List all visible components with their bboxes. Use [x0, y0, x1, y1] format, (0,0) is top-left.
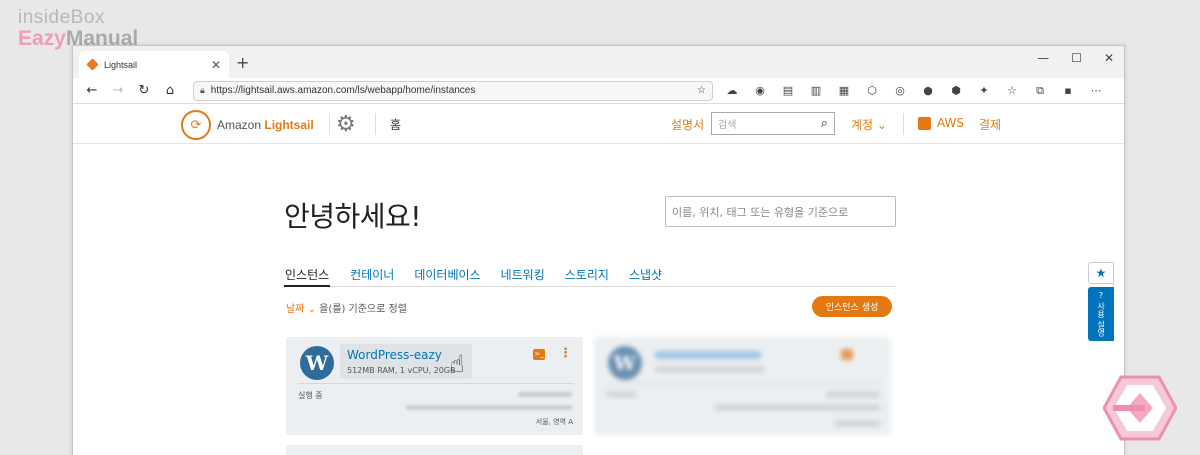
- extension-icon[interactable]: ●: [921, 84, 935, 97]
- aws-link[interactable]: AWS: [918, 116, 964, 130]
- page-title: 안녕하세요!: [284, 200, 422, 233]
- forward-button[interactable]: →: [105, 83, 131, 98]
- more-menu-icon[interactable]: ⋯: [1089, 84, 1103, 97]
- blurred-text: [655, 367, 765, 372]
- instance-card-blurred[interactable]: W: [594, 337, 891, 435]
- create-instance-button[interactable]: 인스턴스 생성: [812, 296, 892, 317]
- divider: [298, 383, 574, 384]
- minimize-button[interactable]: —: [1037, 51, 1049, 65]
- logo-text: Amazon Lightsail: [217, 118, 314, 132]
- instance-region: 서울, 영역 A: [535, 418, 573, 426]
- gear-icon[interactable]: ⚙: [336, 112, 356, 137]
- wordpress-icon: W: [608, 346, 642, 380]
- blurred-text: [714, 405, 880, 410]
- search-placeholder: 검색: [718, 120, 737, 131]
- main-content: 안녕하세요! 이름, 위치, 태그 또는 유형을 기준으로 인스턴스 컨테이너 …: [73, 145, 1124, 455]
- star-icon[interactable]: ★: [1088, 262, 1114, 284]
- watermark-top: insideBox: [18, 7, 105, 28]
- tab-instances[interactable]: 인스턴스: [284, 266, 331, 287]
- extension-icon[interactable]: ◉: [753, 84, 767, 97]
- docs-link[interactable]: 설명서: [671, 116, 704, 133]
- extension-icon[interactable]: ☁: [725, 84, 739, 97]
- tab-containers[interactable]: 컨테이너: [340, 266, 404, 287]
- instance-card-partial[interactable]: [286, 445, 583, 455]
- home-button[interactable]: ⌂: [157, 83, 183, 98]
- extension-icon[interactable]: ▤: [781, 84, 795, 97]
- account-menu[interactable]: 계정 ⌄: [851, 116, 887, 133]
- browser-toolbar: ← → ↻ ⌂ 🔒︎ https://lightsail.aws.amazon.…: [73, 78, 1124, 104]
- blurred-text: [406, 405, 572, 410]
- tab-databases[interactable]: 데이터베이스: [404, 266, 490, 287]
- extension-icon[interactable]: ⬡: [865, 84, 879, 97]
- lightsail-header: ⟳ Amazon Lightsail ⚙ 홈 설명서 검색 ⌕ 계정 ⌄ AWS…: [73, 104, 1124, 144]
- search-icon[interactable]: ⌕: [821, 116, 828, 131]
- new-tab-button[interactable]: +: [236, 53, 249, 72]
- lock-icon: 🔒︎: [200, 85, 205, 95]
- reload-button[interactable]: ↻: [131, 83, 157, 98]
- divider: [375, 113, 376, 135]
- extension-icon[interactable]: ▦: [837, 84, 851, 97]
- pointer-cursor-icon: ☝: [450, 350, 465, 378]
- tab-storage[interactable]: 스토리지: [555, 266, 619, 287]
- filter-input[interactable]: 이름, 위치, 태그 또는 유형을 기준으로: [665, 196, 896, 227]
- extension-icon[interactable]: ⬢: [949, 84, 963, 97]
- aws-cube-icon: [918, 116, 931, 130]
- watermark-eazy: Eazy: [18, 27, 66, 50]
- resource-tabs: 인스턴스 컨테이너 데이터베이스 네트워킹 스토리지 스냅샷: [284, 266, 896, 287]
- blurred-text: [834, 421, 880, 426]
- eazymanual-hex-logo: [1103, 375, 1177, 441]
- sort-control: 날짜 ⌄ 을(를) 기준으로 정렬: [286, 300, 407, 315]
- billing-link[interactable]: 결제: [979, 116, 1001, 133]
- extension-icon[interactable]: ◎: [893, 84, 907, 97]
- extension-icon[interactable]: ▥: [809, 84, 823, 97]
- lightsail-logo[interactable]: ⟳ Amazon Lightsail: [181, 110, 314, 140]
- tab-snapshots[interactable]: 스냅샷: [619, 266, 672, 287]
- wordpress-icon: W: [300, 346, 334, 380]
- instance-name[interactable]: WordPress-eazy: [347, 348, 442, 362]
- header-search-input[interactable]: 검색 ⌕: [711, 112, 835, 135]
- watermark: insideBox EazyManual: [18, 8, 138, 49]
- divider: [903, 113, 904, 135]
- help-tab[interactable]: ? 사용 설명: [1088, 287, 1114, 341]
- divider: [606, 383, 882, 384]
- browser-tab[interactable]: Lightsail ✕: [79, 51, 229, 78]
- back-button[interactable]: ←: [79, 83, 105, 98]
- sort-key-dropdown[interactable]: 날짜 ⌄: [286, 304, 316, 315]
- maximize-button[interactable]: ☐: [1071, 51, 1082, 65]
- lightsail-favicon-icon: [86, 58, 99, 71]
- help-tab-label: 사용 설명: [1096, 302, 1106, 337]
- instance-spec: 512MB RAM, 1 vCPU, 20GB: [347, 366, 456, 375]
- favorites-icon[interactable]: ☆: [1005, 84, 1019, 97]
- collections-icon[interactable]: ⧉: [1033, 84, 1047, 98]
- instance-card[interactable]: W WordPress-eazy 512MB RAM, 1 vCPU, 20GB…: [286, 337, 583, 435]
- instance-status: 실행 중: [298, 391, 323, 400]
- extensions-bar: ☁ ◉ ▤ ▥ ▦ ⬡ ◎ ● ⬢ ✦ ☆ ⧉ ▪ ⋯: [725, 84, 1103, 98]
- address-bar[interactable]: 🔒︎ https://lightsail.aws.amazon.com/ls/w…: [193, 80, 713, 101]
- profile-icon[interactable]: ▪: [1061, 84, 1075, 97]
- lightsail-logo-icon: ⟳: [181, 110, 211, 140]
- close-icon[interactable]: ✕: [211, 58, 221, 72]
- extension-icon[interactable]: ✦: [977, 84, 991, 97]
- tab-networking[interactable]: 네트워킹: [491, 266, 555, 287]
- help-icon: ?: [1098, 291, 1104, 300]
- blurred-text: [826, 392, 880, 397]
- close-window-button[interactable]: ✕: [1104, 51, 1114, 65]
- window-controls: — ☐ ✕: [1037, 51, 1114, 65]
- blurred-text: [518, 392, 572, 397]
- url-text: https://lightsail.aws.amazon.com/ls/weba…: [210, 85, 476, 96]
- home-link[interactable]: 홈: [390, 116, 401, 133]
- sort-label: 을(를) 기준으로 정렬: [315, 304, 407, 315]
- blurred-text: [606, 392, 636, 397]
- browser-window: Lightsail ✕ + — ☐ ✕ ← → ↻ ⌂ 🔒︎ https://l…: [72, 45, 1125, 455]
- tab-bar: Lightsail ✕ + — ☐ ✕: [73, 46, 1124, 78]
- terminal-icon[interactable]: >_: [533, 349, 545, 360]
- terminal-icon[interactable]: [841, 349, 853, 360]
- blurred-text: [655, 351, 761, 359]
- side-help-panel: ★ ? 사용 설명: [1088, 262, 1114, 342]
- more-options-icon[interactable]: ⋮: [559, 346, 572, 361]
- read-aloud-icon[interactable]: ☆: [697, 85, 706, 96]
- tab-title: Lightsail: [104, 59, 138, 70]
- divider: [329, 113, 330, 135]
